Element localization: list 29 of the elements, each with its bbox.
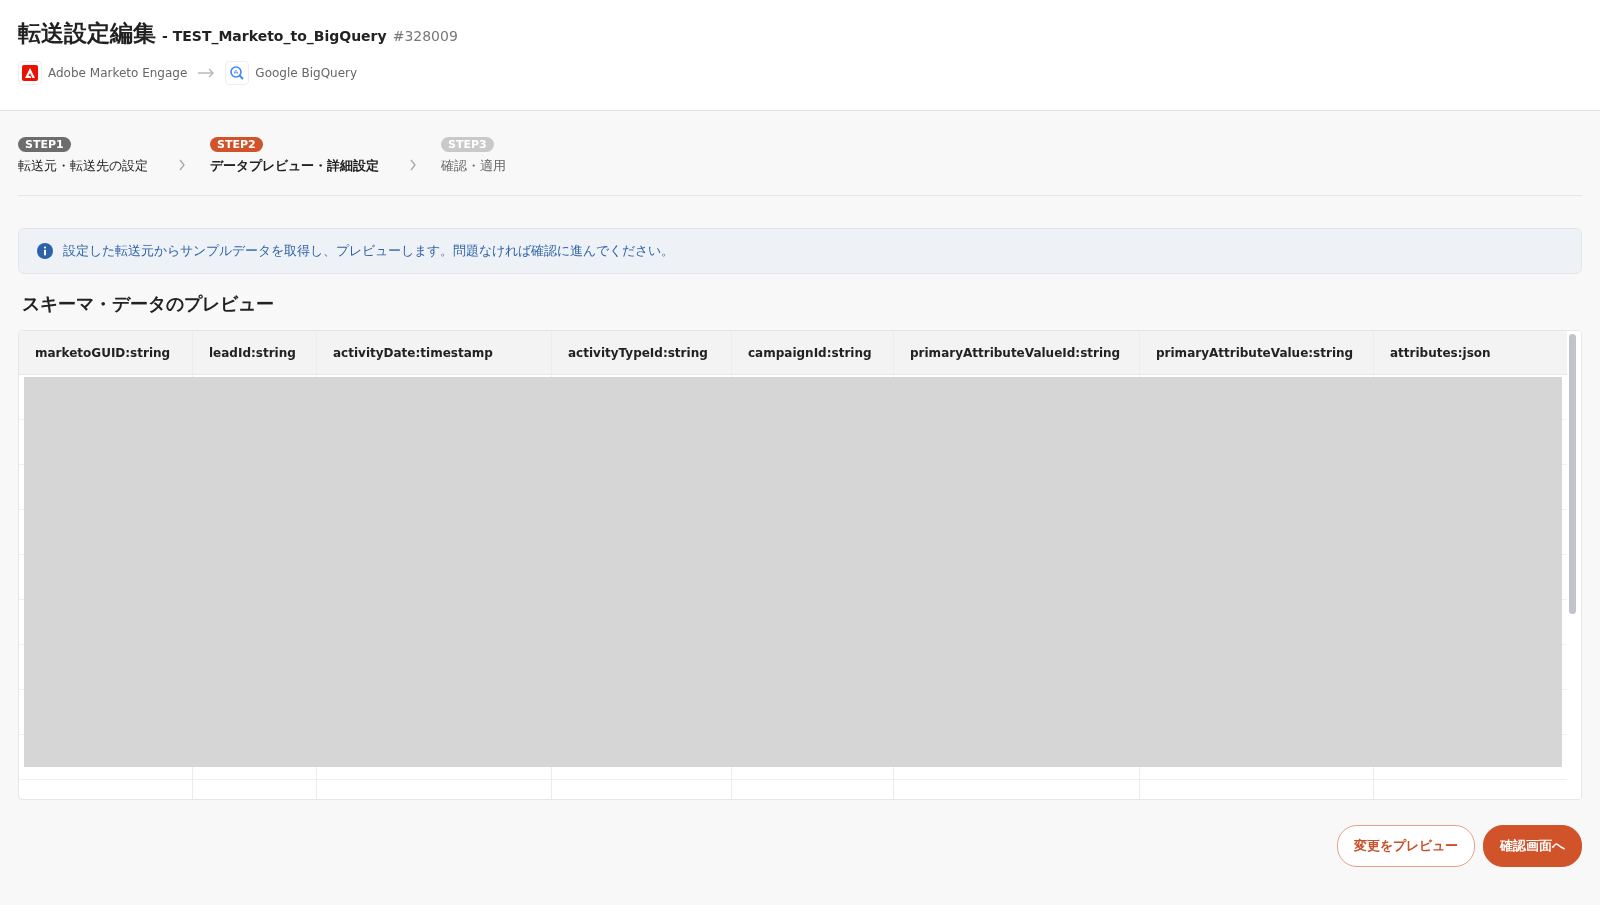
column-header: primaryAttributeValueId:string [894, 331, 1139, 375]
column-header: activityTypeId:string [552, 331, 731, 375]
transfer-name: - TEST_Marketo_to_BigQuery [162, 28, 387, 44]
destination-name: Google BigQuery [255, 66, 358, 80]
page-title: 転送設定編集 [18, 19, 156, 48]
source-name: Adobe Marketo Engage [48, 66, 188, 80]
scrollbar-thumb[interactable] [1569, 334, 1576, 614]
step-label: データプレビュー・詳細設定 [210, 157, 379, 175]
step-label: 確認・適用 [441, 157, 506, 175]
step-badge: STEP1 [18, 137, 71, 152]
column-header: primaryAttributeValue:string [1140, 331, 1373, 375]
chevron-icon [409, 159, 417, 171]
preview-button[interactable]: 変更をプレビュー [1337, 825, 1475, 867]
info-icon [37, 243, 53, 259]
transfer-id: #328009 [392, 28, 458, 44]
column-header: activityDate:timestamp [317, 331, 551, 375]
column-header: marketoGUID:string [19, 331, 192, 375]
column-header: leadId:string [193, 331, 316, 375]
section-title: スキーマ・データのプレビュー [22, 292, 275, 316]
chevron-icon [178, 159, 186, 171]
info-text: 設定した転送元からサンプルデータを取得し、プレビューします。問題なければ確認に進んでください。 [63, 242, 674, 260]
arrow-icon [197, 68, 216, 78]
step-badge: STEP2 [210, 137, 263, 152]
source-logo-icon [18, 61, 42, 85]
column-header: campaignId:string [732, 331, 893, 375]
confirm-button[interactable]: 確認画面へ [1483, 825, 1582, 867]
step-label: 転送元・転送先の設定 [18, 157, 148, 175]
column-header: attributes:json [1374, 331, 1567, 375]
destination-logo-icon [225, 61, 250, 85]
